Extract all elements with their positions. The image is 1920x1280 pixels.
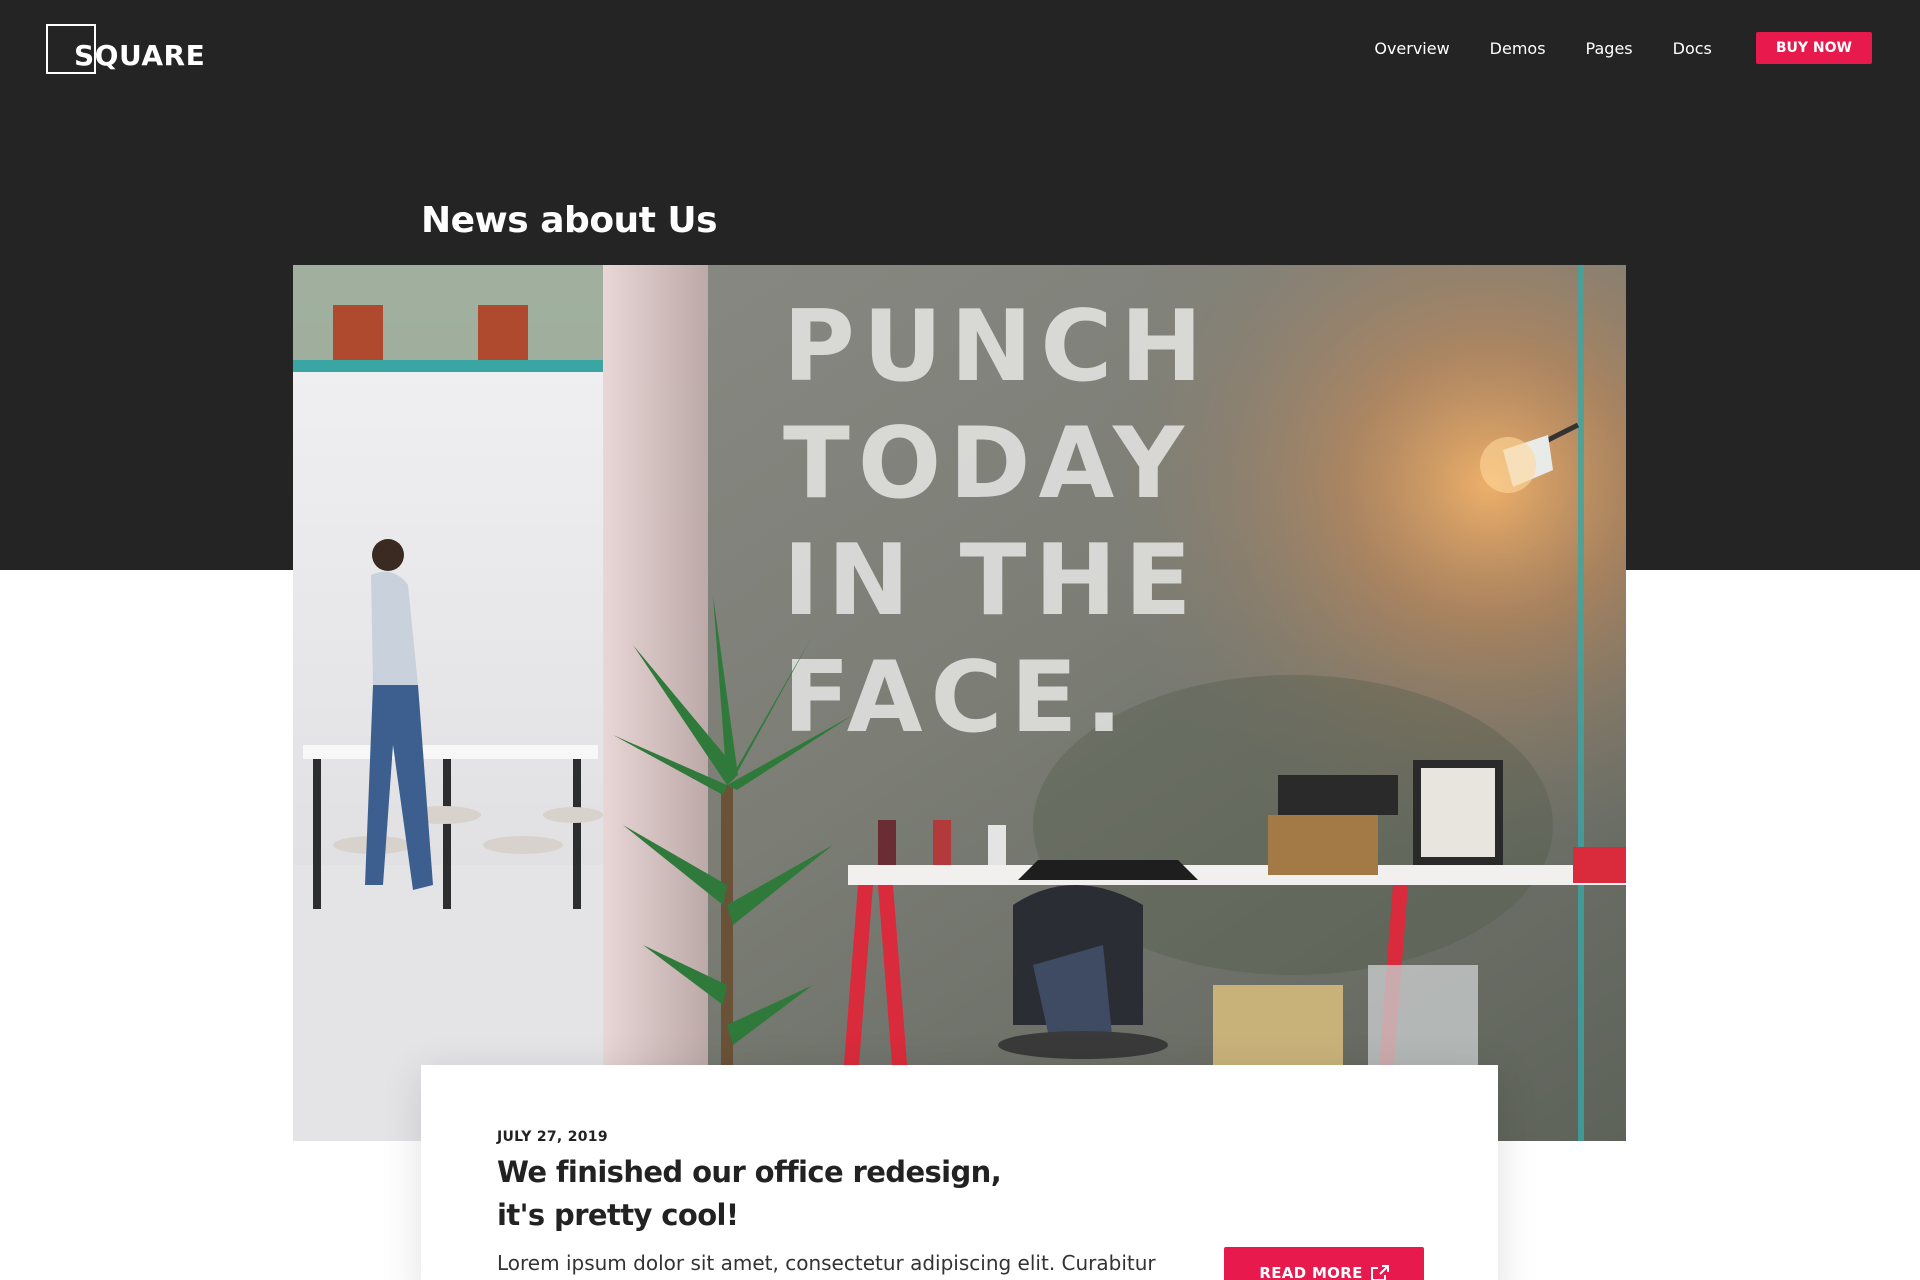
post-title[interactable]: We finished our office redesign, it's pr… <box>497 1151 1057 1237</box>
wall-text-line-3: IN THE <box>783 524 1199 638</box>
wall-text-line-2: TODAY <box>783 407 1192 521</box>
nav-item-pages[interactable]: Pages <box>1586 39 1633 58</box>
wall-text-line-1: PUNCH <box>783 290 1210 404</box>
nav-item-docs[interactable]: Docs <box>1673 39 1712 58</box>
section-title: News about Us <box>421 200 718 241</box>
nav-item-demos[interactable]: Demos <box>1490 39 1546 58</box>
read-more-button[interactable]: READ MORE <box>1224 1247 1424 1280</box>
post-excerpt: Lorem ipsum dolor sit amet, consectetur … <box>497 1251 1156 1275</box>
hero-image[interactable]: PUNCH TODAY IN THE FACE. <box>293 265 1626 1141</box>
office-photo: PUNCH TODAY IN THE FACE. <box>293 265 1626 1141</box>
post-title-line-1: We finished our office redesign, <box>497 1155 1002 1189</box>
main-nav: Overview Demos Pages Docs BUY NOW <box>1374 30 1872 66</box>
brand-logo[interactable]: SQUARE <box>46 24 226 76</box>
news-card: JULY 27, 2019 We finished our office red… <box>421 1065 1498 1280</box>
buy-now-button[interactable]: BUY NOW <box>1755 32 1872 64</box>
logo-text: SQUARE <box>74 39 206 72</box>
post-title-line-2: it's pretty cool! <box>497 1198 739 1232</box>
wall-text-line-4: FACE. <box>783 641 1131 755</box>
nav-item-overview[interactable]: Overview <box>1374 39 1449 58</box>
post-date: JULY 27, 2019 <box>497 1129 608 1145</box>
external-link-icon <box>1370 1265 1389 1280</box>
read-more-label: READ MORE <box>1259 1264 1363 1280</box>
